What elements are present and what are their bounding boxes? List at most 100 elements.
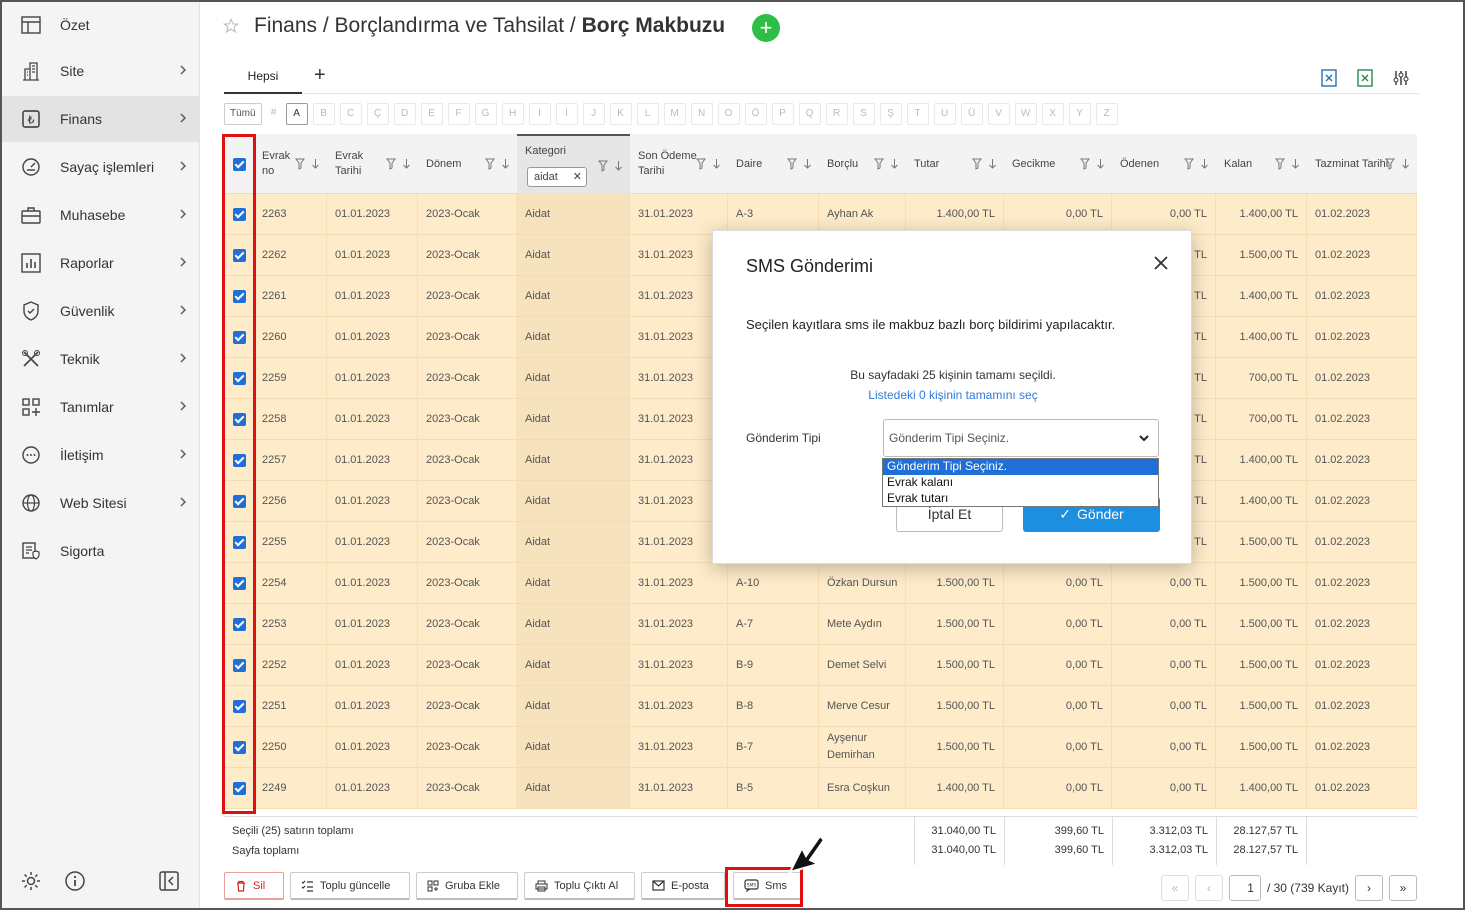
table-row[interactable]: 2254 01.01.2023 2023-Ocak Aidat 31.01.2023 A-…	[224, 563, 1417, 604]
next-page-button[interactable]: ›	[1355, 875, 1383, 901]
letter-button[interactable]: N	[690, 103, 713, 125]
letter-button[interactable]: V	[987, 103, 1010, 125]
sort-arrow-icon[interactable]	[1200, 158, 1209, 170]
letter-button[interactable]: Q	[798, 103, 821, 125]
collapse-sidebar-icon[interactable]	[158, 870, 180, 892]
filter-icon[interactable]	[386, 158, 396, 170]
add-to-group-button[interactable]: Gruba Ekle	[416, 872, 518, 900]
sidebar-item-tanımlar[interactable]: Tanımlar	[2, 384, 200, 430]
table-row[interactable]: 2253 01.01.2023 2023-Ocak Aidat 31.01.2023 A-…	[224, 604, 1417, 645]
filter-icon[interactable]	[485, 158, 495, 170]
letter-button[interactable]: M	[663, 103, 686, 125]
letter-button[interactable]: U	[933, 103, 956, 125]
letter-button[interactable]: T	[906, 103, 929, 125]
last-page-button[interactable]: »	[1389, 875, 1417, 901]
column-header-evrak-tarihi[interactable]: Evrak Tarihi	[327, 134, 418, 194]
column-header-son-odeme[interactable]: Son Ödeme Tarihi	[630, 134, 728, 194]
sidebar-item-web-sitesi[interactable]: Web Sitesi	[2, 480, 200, 526]
filter-icon[interactable]	[696, 158, 706, 170]
letter-button[interactable]: W	[1014, 103, 1037, 125]
sidebar-item-güvenlik[interactable]: Güvenlik	[2, 288, 200, 334]
letter-button[interactable]: Y	[1068, 103, 1091, 125]
column-header-gecikme[interactable]: Gecikme	[1004, 134, 1112, 194]
sidebar-item-sayaç-işlemleri[interactable]: Sayaç işlemleri	[2, 144, 200, 190]
table-row[interactable]: 2250 01.01.2023 2023-Ocak Aidat 31.01.2023 B-…	[224, 727, 1417, 768]
sidebar-item-özet[interactable]: Özet	[2, 2, 200, 48]
bulk-update-button[interactable]: Toplu güncelle	[290, 872, 410, 900]
excel-export-icon[interactable]	[1319, 68, 1339, 88]
column-header-donem[interactable]: Dönem	[418, 134, 517, 194]
letter-button[interactable]: İ	[555, 103, 578, 125]
close-icon[interactable]: ✕	[573, 168, 582, 186]
sort-arrow-icon[interactable]	[890, 158, 899, 170]
dropdown-option[interactable]: Gönderim Tipi Seçiniz.	[883, 459, 1158, 475]
letter-button[interactable]: X	[1041, 103, 1064, 125]
table-row[interactable]: 2249 01.01.2023 2023-Ocak Aidat 31.01.2023 B-…	[224, 768, 1417, 809]
letter-button[interactable]: L	[636, 103, 659, 125]
letter-button[interactable]: Ç	[366, 103, 389, 125]
letter-button[interactable]: O	[717, 103, 740, 125]
filter-icon[interactable]	[1275, 158, 1285, 170]
star-icon[interactable]	[223, 18, 239, 34]
bulk-print-button[interactable]: Toplu Çıktı Al	[524, 872, 635, 900]
category-filter-chip[interactable]: aidat ✕	[527, 167, 587, 187]
table-row[interactable]: 2252 01.01.2023 2023-Ocak Aidat 31.01.2023 B-…	[224, 645, 1417, 686]
filter-icon[interactable]	[295, 158, 305, 170]
sidebar-item-teknik[interactable]: Teknik	[2, 336, 200, 382]
table-row[interactable]: 2263 01.01.2023 2023-Ocak Aidat 31.01.2023 A-…	[224, 194, 1417, 235]
first-page-button[interactable]: «	[1160, 875, 1189, 901]
sort-arrow-icon[interactable]	[1401, 158, 1410, 170]
sort-arrow-icon[interactable]	[311, 158, 320, 170]
column-header-tazminat[interactable]: Tazminat Tarihi	[1307, 134, 1417, 194]
tab-hepsi[interactable]: Hepsi	[224, 60, 302, 94]
letter-hash-button[interactable]: #	[267, 103, 281, 125]
letter-button[interactable]: A	[285, 103, 308, 125]
letter-button[interactable]: S	[852, 103, 875, 125]
filter-icon[interactable]	[1385, 158, 1395, 170]
letter-button[interactable]: C	[339, 103, 362, 125]
delete-button[interactable]: Sil	[224, 872, 284, 900]
email-button[interactable]: E-posta	[641, 872, 725, 900]
select-all-link[interactable]: Listedeki 0 kişinin tamamını seç	[713, 388, 1193, 402]
letter-button[interactable]: Z	[1095, 103, 1118, 125]
letter-button[interactable]: P	[771, 103, 794, 125]
sort-arrow-icon[interactable]	[1291, 158, 1300, 170]
column-header-tutar[interactable]: Tutar	[906, 134, 1004, 194]
sidebar-item-finans[interactable]: ₺ Finans	[2, 96, 200, 142]
sidebar-item-sigorta[interactable]: Sigorta	[2, 528, 200, 574]
info-icon[interactable]	[64, 870, 86, 892]
letter-button[interactable]: D	[393, 103, 416, 125]
filter-icon[interactable]	[787, 158, 797, 170]
add-tab-button[interactable]: +	[314, 64, 326, 87]
filter-icon[interactable]	[874, 158, 884, 170]
letter-button[interactable]: G	[474, 103, 497, 125]
sort-arrow-icon[interactable]	[803, 158, 812, 170]
column-header-kalan[interactable]: Kalan	[1216, 134, 1307, 194]
dropdown-option[interactable]: Evrak kalanı	[883, 475, 1158, 491]
sort-arrow-icon[interactable]	[501, 158, 510, 170]
letter-button[interactable]: K	[609, 103, 632, 125]
sidebar-item-muhasebe[interactable]: Muhasebe	[2, 192, 200, 238]
letter-button[interactable]: B	[312, 103, 335, 125]
letter-button[interactable]: I	[528, 103, 551, 125]
table-row[interactable]: 2251 01.01.2023 2023-Ocak Aidat 31.01.2023 B-…	[224, 686, 1417, 727]
sort-arrow-icon[interactable]	[1096, 158, 1105, 170]
column-header-daire[interactable]: Daire	[728, 134, 819, 194]
page-input[interactable]: 1	[1228, 875, 1261, 901]
letter-button[interactable]: Ö	[744, 103, 767, 125]
gear-icon[interactable]	[20, 870, 42, 892]
sidebar-item-raporlar[interactable]: Raporlar	[2, 240, 200, 286]
sidebar-item-site[interactable]: Site	[2, 48, 200, 94]
column-header-evrak-no[interactable]: Evrak no	[254, 134, 327, 194]
filter-icon[interactable]	[1080, 158, 1090, 170]
excel-icon[interactable]	[1355, 68, 1375, 88]
letter-button[interactable]: F	[447, 103, 470, 125]
letter-button[interactable]: H	[501, 103, 524, 125]
send-type-select[interactable]: Gönderim Tipi Seçiniz.	[883, 419, 1159, 457]
column-header-borclu[interactable]: Borçlu	[819, 134, 906, 194]
settings-sliders-icon[interactable]	[1391, 68, 1411, 88]
column-header-odenen[interactable]: Ödenen	[1112, 134, 1216, 194]
sidebar-item-i-letişim[interactable]: İletişim	[2, 432, 200, 478]
filter-icon[interactable]	[972, 158, 982, 170]
letter-button[interactable]: Ş	[879, 103, 902, 125]
